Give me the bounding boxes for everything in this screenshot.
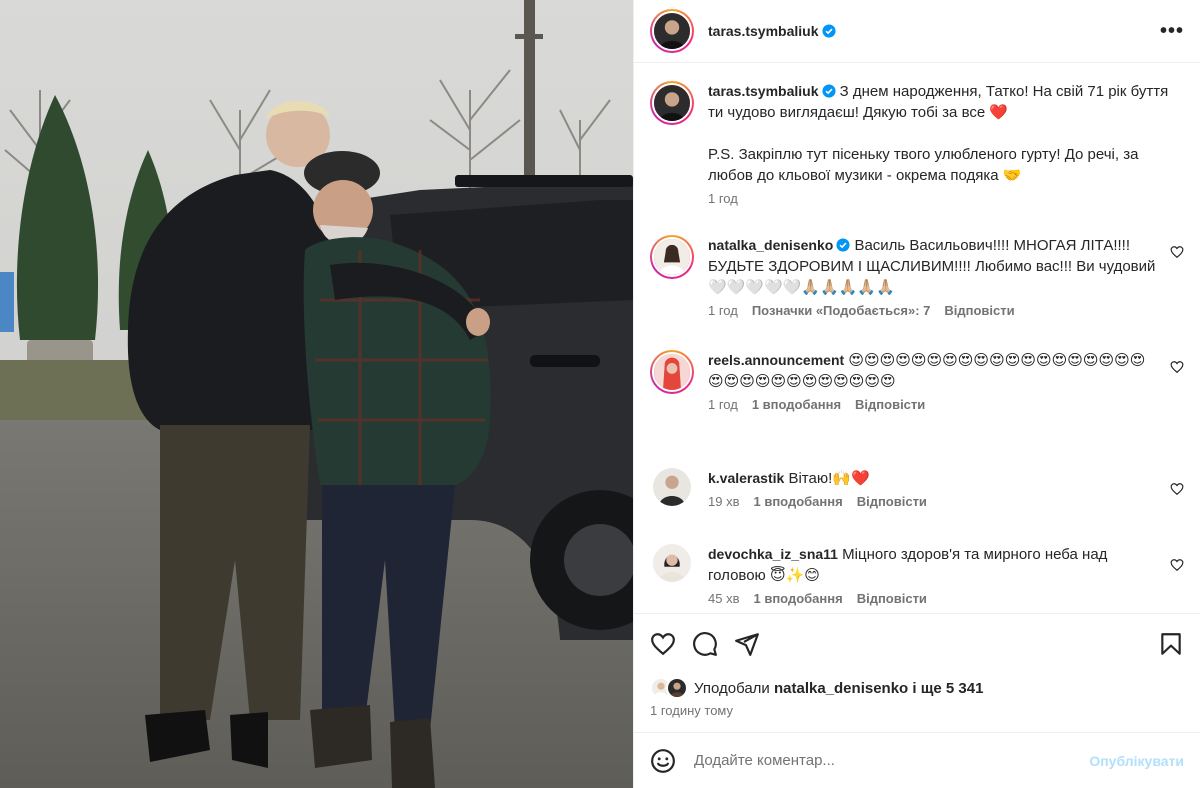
verified-icon [821,84,836,98]
caption-time[interactable]: 1 год [708,191,738,207]
likes-prefix: Уподобали [694,679,770,697]
verified-icon [821,24,836,38]
caption-avatar[interactable] [650,81,694,125]
comment-composer: Опублікувати [634,732,1200,788]
comments-list[interactable]: taras.tsymbaliuk З днем народження, Татк… [634,63,1200,613]
comment-likes[interactable]: 1 вподобання [753,494,842,510]
comment-item: reels.announcement 😍😍😍😍😍😍😍😍😍😍😍😍😍😍😍😍😍😍😍😍😍… [650,350,1184,413]
comment-avatar[interactable] [653,468,691,506]
comment-time[interactable]: 1 год [708,303,738,319]
likes-rest[interactable]: і ще 5 341 [912,680,983,697]
heart-icon[interactable] [1170,558,1184,572]
comment-likes[interactable]: 1 вподобання [753,591,842,607]
heart-icon[interactable] [650,631,676,657]
publish-button[interactable]: Опублікувати [1089,753,1184,769]
post-header: taras.tsymbaliuk ••• [634,0,1200,63]
reply-button[interactable]: Відповісти [857,591,927,607]
comment-icon[interactable] [692,631,718,657]
comment-time[interactable]: 19 хв [708,494,739,510]
heart-icon[interactable] [1170,482,1184,496]
reply-button[interactable]: Відповісти [855,397,925,413]
heart-icon[interactable] [1170,245,1184,259]
author-avatar[interactable] [650,9,694,53]
action-bar [634,614,1200,674]
comment-likes[interactable]: 1 вподобання [752,397,841,413]
post-caption: taras.tsymbaliuk З днем народження, Татк… [650,81,1184,207]
comment-input[interactable] [694,752,1090,769]
share-icon[interactable] [734,631,760,657]
comment-username[interactable]: natalka_denisenko [708,237,833,253]
reply-button[interactable]: Відповісти [857,494,927,510]
comment-item: k.valerastik Вітаю!🙌❤️ 19 хв 1 вподобанн… [650,468,1184,510]
author-username[interactable]: taras.tsymbaliuk [708,23,819,39]
comment-username[interactable]: k.valerastik [708,470,784,486]
liker-avatar [666,677,688,699]
reply-button[interactable]: Відповісти [944,303,1014,319]
heart-icon[interactable] [1170,360,1184,374]
likes-summary[interactable]: Уподобали natalka_denisenko і ще 5 341 [634,674,1200,702]
comment-item: devochka_iz_sna11 Міцного здоров'я та ми… [650,544,1184,607]
comment-username[interactable]: reels.announcement [708,352,844,368]
comment-avatar[interactable] [650,235,694,279]
photo-illustration [0,0,633,788]
post-footer: Уподобали natalka_denisenko і ще 5 341 1… [634,613,1200,788]
emoji-icon[interactable] [650,748,676,774]
bookmark-icon[interactable] [1158,631,1184,657]
comment-item: natalka_denisenko Василь Васильович!!!! … [650,235,1184,319]
comment-text: Вітаю!🙌❤️ [788,470,870,487]
comment-time[interactable]: 45 хв [708,591,739,607]
comment-username[interactable]: devochka_iz_sna11 [708,546,838,562]
comment-likes[interactable]: Позначки «Подобається»: 7 [752,303,931,319]
post-side-panel: taras.tsymbaliuk ••• taras.tsymbaliuk З … [633,0,1200,788]
caption-ps: P.S. Закріплю тут пісеньку твого улюблен… [708,146,1139,184]
more-icon[interactable]: ••• [1160,21,1184,41]
post-photo[interactable] [0,0,633,788]
likes-user[interactable]: natalka_denisenko [774,680,908,697]
comment-avatar[interactable] [650,350,694,394]
comment-time[interactable]: 1 год [708,397,738,413]
comment-avatar[interactable] [653,544,691,582]
verified-icon [836,238,850,252]
post-timestamp[interactable]: 1 годину тому [634,702,1200,724]
caption-username[interactable]: taras.tsymbaliuk [708,83,819,99]
